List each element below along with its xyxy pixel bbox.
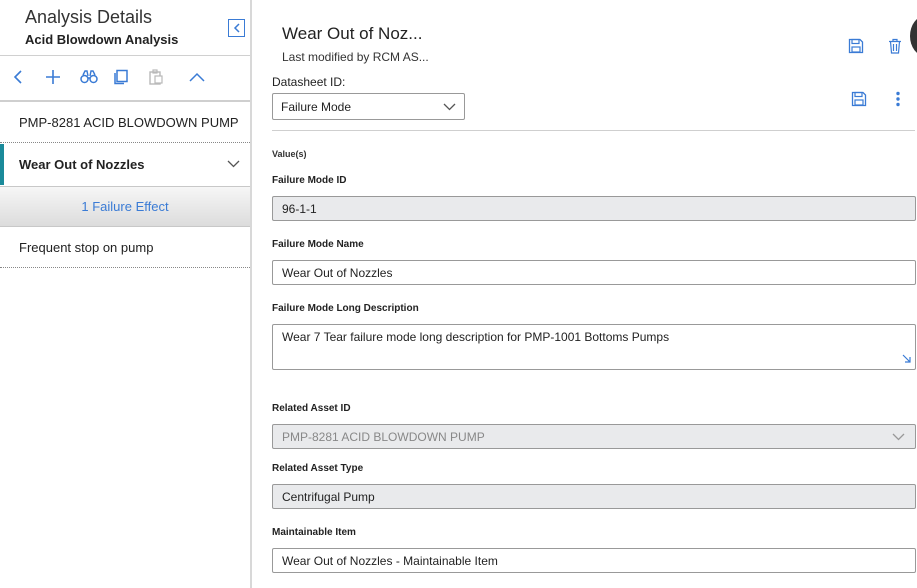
tree-item-failure-mode[interactable]: Wear Out of Nozzles (0, 144, 250, 185)
tree-item-failure-effect[interactable]: Frequent stop on pump (0, 228, 250, 268)
field-value: PMP-8281 ACID BLOWDOWN PUMP (282, 429, 485, 444)
field-value: Wear Out of Nozzles - Maintainable Item (282, 553, 498, 568)
failure-effect-label: 1 Failure Effect (81, 199, 169, 214)
save-icon[interactable] (847, 37, 865, 55)
more-icon[interactable] (889, 90, 907, 108)
resize-handle-icon[interactable] (902, 354, 911, 366)
chevron-down-icon (443, 100, 456, 114)
left-panel: Analysis Details Acid Blowdown Analysis … (0, 0, 250, 588)
field-label: Related Asset ID (272, 403, 351, 414)
analysis-name: Acid Blowdown Analysis (25, 32, 179, 47)
field-value: 96-1-1 (282, 201, 317, 216)
related-asset-type-field: Centrifugal Pump (272, 484, 916, 509)
failure-mode-name-field[interactable]: Wear Out of Nozzles (272, 260, 916, 285)
main-panel: Wear Out of Noz... Last modified by RCM … (252, 0, 917, 588)
last-modified: Last modified by RCM AS... (282, 50, 429, 64)
field-value: Wear Out of Nozzles (282, 265, 393, 280)
add-icon[interactable] (42, 66, 64, 88)
binoculars-icon[interactable] (78, 66, 100, 88)
tree-item-label: PMP-8281 ACID BLOWDOWN PUMP (19, 115, 239, 130)
page-title: Wear Out of Noz... (282, 24, 423, 43)
delete-icon[interactable] (886, 37, 904, 55)
field-label: Failure Mode Name (272, 239, 364, 250)
divider (272, 130, 915, 131)
field-label: Failure Mode ID (272, 175, 347, 186)
save-icon[interactable] (850, 90, 868, 108)
divider (0, 100, 250, 102)
chevron-down-icon (892, 430, 905, 444)
chevron-down-icon[interactable] (227, 156, 240, 171)
tree-item-label: Wear Out of Nozzles (19, 157, 145, 172)
failure-effect-link[interactable]: 1 Failure Effect (0, 186, 250, 227)
copy-icon[interactable] (110, 66, 132, 88)
datasheet-selected: Failure Mode (281, 99, 352, 114)
failure-mode-id-field: 96-1-1 (272, 196, 916, 221)
tree-toolbar (0, 56, 250, 100)
tree-item-asset[interactable]: PMP-8281 ACID BLOWDOWN PUMP (0, 103, 250, 143)
long-description-textarea[interactable]: Wear 7 Tear failure mode long descriptio… (272, 324, 916, 370)
maintainable-item-field[interactable]: Wear Out of Nozzles - Maintainable Item (272, 548, 916, 573)
related-asset-id-select: PMP-8281 ACID BLOWDOWN PUMP (272, 424, 916, 449)
field-label: Failure Mode Long Description (272, 303, 419, 314)
chevron-left-icon[interactable] (228, 19, 245, 37)
paste-icon[interactable] (145, 66, 167, 88)
collapse-up-icon[interactable] (186, 66, 208, 88)
datasheet-label: Datasheet ID: (272, 75, 346, 89)
datasheet-select[interactable]: Failure Mode (272, 93, 465, 120)
field-value: Centrifugal Pump (282, 489, 375, 504)
panel-title: Analysis Details (25, 7, 153, 27)
field-value: Wear 7 Tear failure mode long descriptio… (282, 330, 670, 344)
section-label: Value(s) (272, 149, 307, 159)
field-label: Related Asset Type (272, 463, 364, 474)
tree-item-label: Frequent stop on pump (19, 240, 154, 255)
field-label: Maintainable Item (272, 527, 356, 538)
back-icon[interactable] (7, 66, 29, 88)
avatar[interactable] (910, 16, 917, 56)
